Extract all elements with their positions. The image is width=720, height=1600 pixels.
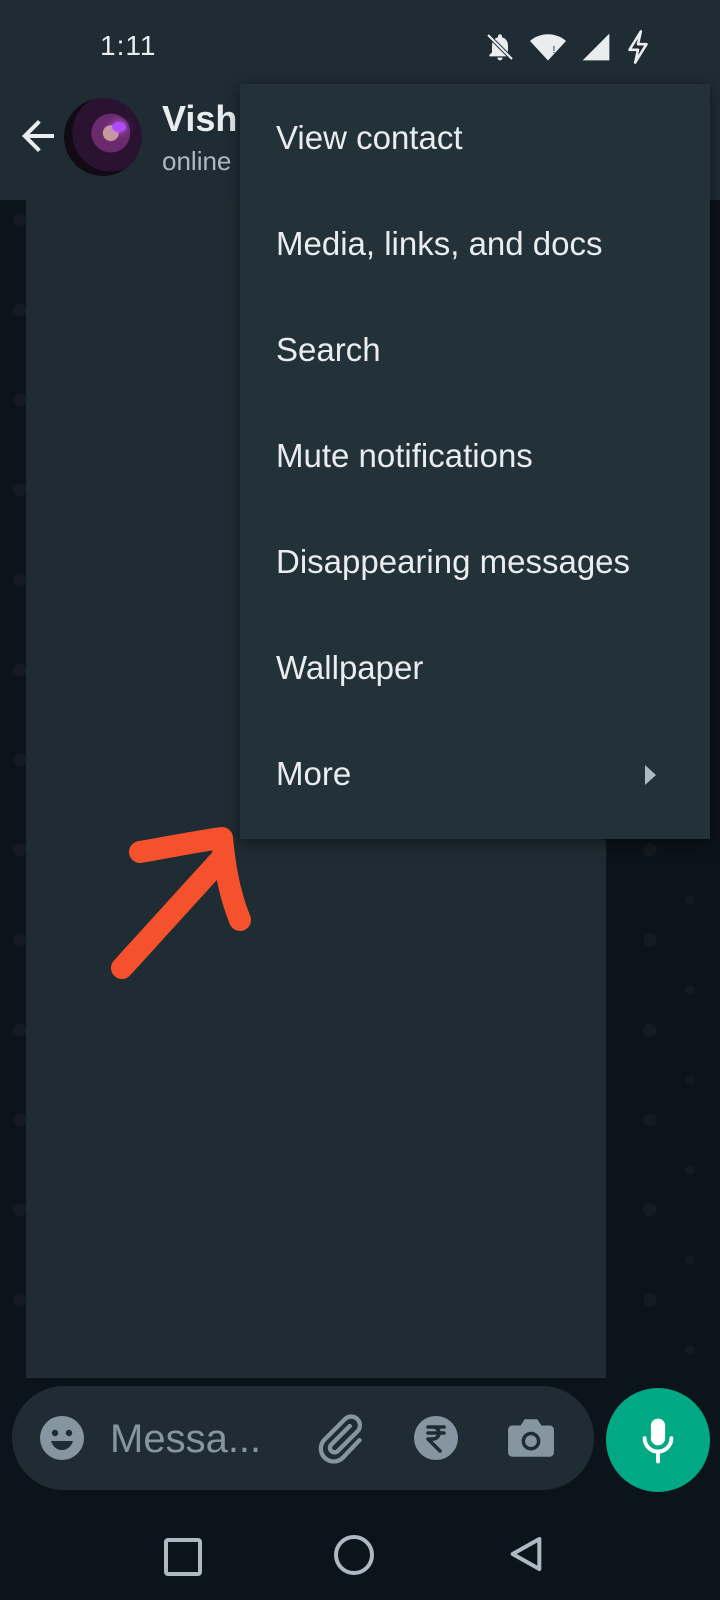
recents-square-icon[interactable] (164, 1538, 202, 1576)
menu-item-view-contact[interactable]: View contact (240, 84, 710, 192)
menu-item-wallpaper[interactable]: Wallpaper (240, 614, 710, 722)
contact-name[interactable]: Vish (162, 98, 237, 140)
charging-icon (628, 30, 648, 64)
menu-item-label: Media, links, and docs (276, 225, 603, 262)
bell-off-icon (486, 33, 514, 61)
message-input-bar (12, 1386, 594, 1490)
avatar-eye (112, 122, 126, 132)
menu-item-search[interactable]: Search (240, 296, 710, 404)
menu-item-mute-notifications[interactable]: Mute notifications (240, 402, 710, 510)
status-icons: ! (484, 30, 650, 64)
system-nav-bar (0, 1500, 720, 1600)
back-arrow-icon[interactable] (14, 112, 62, 160)
menu-item-label: Wallpaper (276, 649, 424, 686)
camera-icon[interactable] (506, 1414, 556, 1462)
menu-item-media-links-docs[interactable]: Media, links, and docs (240, 190, 710, 298)
emoji-icon[interactable] (38, 1414, 86, 1462)
menu-item-label: Search (276, 331, 381, 368)
avatar[interactable] (64, 98, 142, 176)
signal-icon (582, 33, 610, 61)
menu-item-label: More (276, 755, 352, 792)
menu-item-disappearing-messages[interactable]: Disappearing messages (240, 508, 710, 616)
home-circle-icon[interactable] (334, 1535, 374, 1575)
rupee-payment-icon[interactable] (412, 1414, 460, 1462)
menu-item-label: Mute notifications (276, 437, 533, 474)
attach-icon[interactable] (314, 1412, 366, 1464)
menu-item-label: Disappearing messages (276, 543, 631, 580)
menu-item-more[interactable]: More (240, 720, 710, 828)
status-time: 1:11 (100, 30, 157, 61)
message-input[interactable] (108, 1408, 302, 1470)
wifi-icon: ! (530, 34, 566, 61)
submenu-arrow-icon (645, 765, 656, 785)
microphone-icon (642, 1418, 674, 1464)
voice-message-button[interactable] (606, 1388, 710, 1492)
contact-status: online (162, 146, 232, 176)
back-triangle-icon[interactable] (506, 1534, 546, 1574)
menu-item-label: View contact (276, 119, 463, 156)
red-arrow-annotation (111, 827, 251, 979)
status-bar: 1:11 ! (0, 0, 720, 84)
svg-text:!: ! (553, 44, 556, 56)
overflow-menu: View contact Media, links, and docs Sear… (240, 84, 710, 839)
